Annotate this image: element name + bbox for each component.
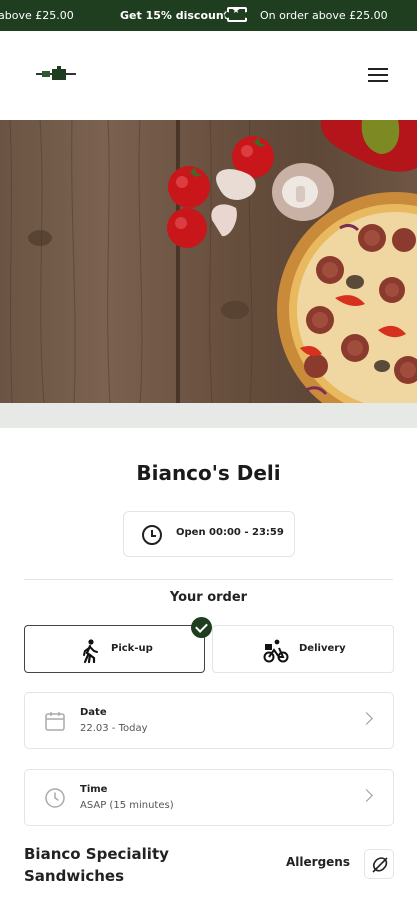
category-title: Bianco Speciality Sandwiches xyxy=(24,845,169,885)
your-order-heading: Your order xyxy=(169,590,248,605)
calendar-icon xyxy=(45,712,65,731)
pickup-option[interactable]: Pick-up xyxy=(24,625,205,673)
hamburger-menu-icon[interactable] xyxy=(368,67,388,83)
date-title: Date xyxy=(80,707,107,718)
divider xyxy=(24,579,393,580)
promo-bar: above £25.00 Get 15% discount ★ On order… xyxy=(0,0,417,31)
allergens-button[interactable] xyxy=(364,849,394,879)
allergen-icon xyxy=(372,857,388,873)
selected-check-icon xyxy=(191,617,212,638)
chevron-right-icon xyxy=(360,789,373,802)
date-value: 22.03 - Today xyxy=(80,723,148,734)
deli-logo-icon[interactable] xyxy=(36,64,76,84)
allergens-label[interactable]: Allergens xyxy=(286,855,350,869)
time-value: ASAP (15 minutes) xyxy=(80,800,174,811)
delivery-bike-icon xyxy=(263,639,289,663)
opening-hours-badge: Open 00:00 - 23:59 xyxy=(123,511,295,557)
clock-icon xyxy=(142,525,162,545)
delivery-label: Delivery xyxy=(299,643,346,654)
chevron-right-icon xyxy=(360,712,373,725)
time-selector[interactable]: Time ASAP (15 minutes) xyxy=(24,769,394,826)
date-selector[interactable]: Date 22.03 - Today xyxy=(24,692,394,749)
promo-text-right: On order above £25.00 xyxy=(260,9,388,22)
promo-text-discount: Get 15% discount xyxy=(120,9,229,22)
discount-ticket-icon: ★ xyxy=(225,6,249,22)
site-header xyxy=(0,31,417,120)
time-title: Time xyxy=(80,784,108,795)
clock-icon xyxy=(45,788,65,808)
store-name: Bianco's Deli xyxy=(136,461,281,485)
hero-image xyxy=(0,120,417,403)
walking-person-icon xyxy=(83,639,98,664)
promo-text-left: above £25.00 xyxy=(0,9,74,22)
hero-bottom-strip xyxy=(0,403,417,428)
delivery-option[interactable]: Delivery xyxy=(212,625,394,673)
opening-hours-text: Open 00:00 - 23:59 xyxy=(176,527,284,538)
pickup-label: Pick-up xyxy=(111,643,153,654)
